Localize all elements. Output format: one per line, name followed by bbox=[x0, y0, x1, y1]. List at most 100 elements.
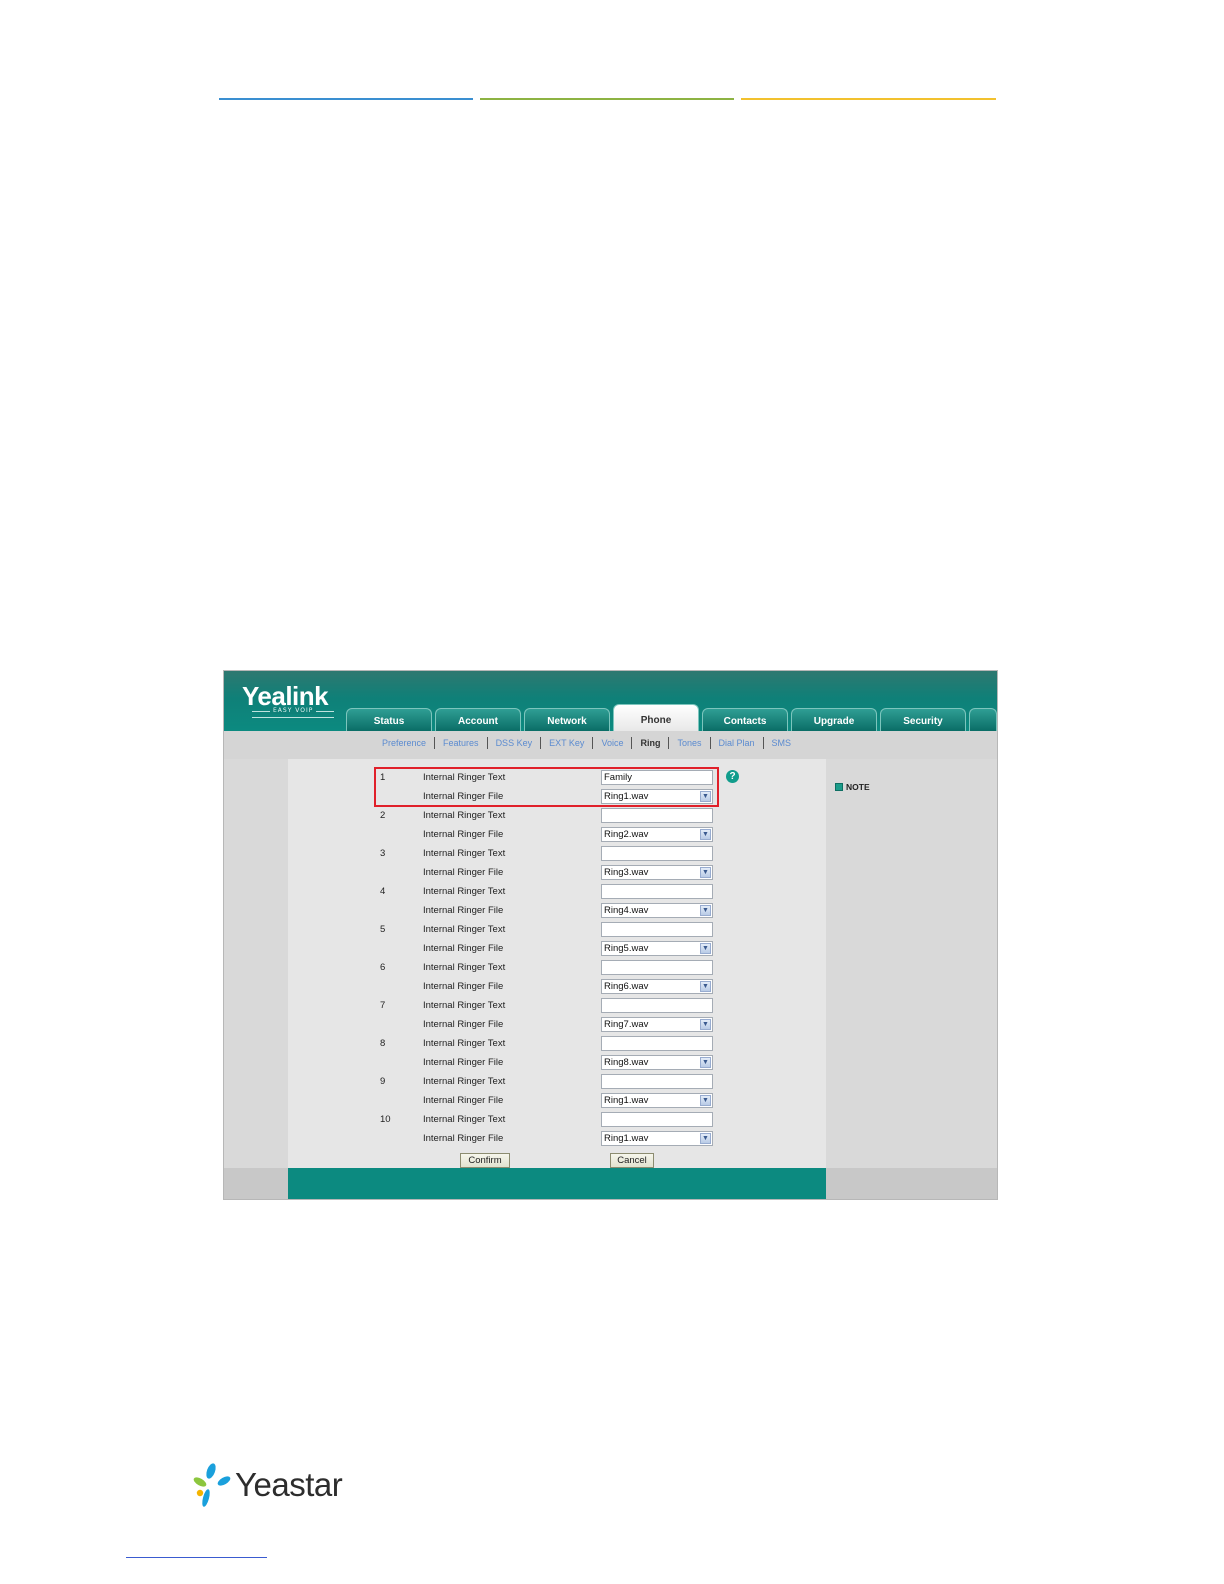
ringer-number: 4 bbox=[380, 886, 386, 897]
yeastar-flower-icon bbox=[193, 1463, 231, 1507]
ringer-text-input[interactable] bbox=[601, 922, 713, 937]
chevron-down-icon[interactable]: ▼ bbox=[700, 1019, 711, 1030]
ringer-file-select[interactable]: Ring1.wav ▼ bbox=[601, 1093, 713, 1108]
subnav-ring[interactable]: Ring bbox=[632, 737, 670, 749]
subnav-tones[interactable]: Tones bbox=[669, 737, 711, 749]
ringer-file-select[interactable]: Ring1.wav ▼ bbox=[601, 789, 713, 804]
chevron-down-icon[interactable]: ▼ bbox=[700, 791, 711, 802]
ringer-number: 7 bbox=[380, 1000, 386, 1011]
ringer-text-input[interactable] bbox=[601, 808, 713, 823]
chevron-down-icon[interactable]: ▼ bbox=[700, 1095, 711, 1106]
ringer-file-row: Internal Ringer File Ring2.wav ▼ bbox=[288, 826, 826, 845]
ringer-file-row: Internal Ringer File Ring6.wav ▼ bbox=[288, 978, 826, 997]
header-bar: Yealink EASY VOIP Status Account Network Ph… bbox=[224, 671, 997, 731]
ringer-file-value: Ring1.wav bbox=[604, 791, 649, 802]
tab-network[interactable]: Network bbox=[524, 708, 610, 731]
tab-contacts[interactable]: Contacts bbox=[702, 708, 788, 731]
ringer-file-value: Ring3.wav bbox=[604, 867, 649, 878]
ringer-number: 1 bbox=[380, 772, 386, 783]
ringer-file-row: Internal Ringer File Ring1.wav ▼ bbox=[288, 788, 826, 807]
subnav-preference[interactable]: Preference bbox=[374, 737, 436, 749]
tab-overflow bbox=[969, 708, 997, 731]
ringer-file-value: Ring2.wav bbox=[604, 829, 649, 840]
ringer-text-label: Internal Ringer Text bbox=[423, 924, 506, 935]
chevron-down-icon[interactable]: ▼ bbox=[700, 981, 711, 992]
ringer-text-input[interactable] bbox=[601, 960, 713, 975]
ringer-file-label: Internal Ringer File bbox=[423, 943, 504, 954]
ringer-text-input[interactable] bbox=[601, 1036, 713, 1051]
ringer-file-label: Internal Ringer File bbox=[423, 829, 504, 840]
yeastar-logo: Yeastar bbox=[193, 1462, 353, 1510]
ringer-text-input[interactable] bbox=[601, 846, 713, 861]
confirm-button[interactable]: Confirm bbox=[460, 1153, 510, 1168]
ringer-file-row: Internal Ringer File Ring3.wav ▼ bbox=[288, 864, 826, 883]
chevron-down-icon[interactable]: ▼ bbox=[700, 1057, 711, 1068]
ringer-text-input[interactable] bbox=[601, 1112, 713, 1127]
ringer-number: 6 bbox=[380, 962, 386, 973]
ringer-text-label: Internal Ringer Text bbox=[423, 848, 506, 859]
ringer-number: 10 bbox=[380, 1114, 391, 1125]
tab-account[interactable]: Account bbox=[435, 708, 521, 731]
subnav-dss-key[interactable]: DSS Key bbox=[488, 737, 542, 749]
tab-phone[interactable]: Phone bbox=[613, 704, 699, 731]
ringer-file-label: Internal Ringer File bbox=[423, 905, 504, 916]
tab-security[interactable]: Security bbox=[880, 708, 966, 731]
chevron-down-icon[interactable]: ▼ bbox=[700, 943, 711, 954]
ringer-file-label: Internal Ringer File bbox=[423, 1133, 504, 1144]
chevron-down-icon[interactable]: ▼ bbox=[700, 867, 711, 878]
ringer-file-row: Internal Ringer File Ring1.wav ▼ bbox=[288, 1092, 826, 1111]
ringer-text-row: 10 Internal Ringer Text bbox=[288, 1111, 826, 1130]
ringer-file-row: Internal Ringer File Ring1.wav ▼ bbox=[288, 1130, 826, 1149]
ringer-file-row: Internal Ringer File Ring5.wav ▼ bbox=[288, 940, 826, 959]
subnav-sms[interactable]: SMS bbox=[764, 737, 800, 749]
ringer-file-select[interactable]: Ring4.wav ▼ bbox=[601, 903, 713, 918]
footer-bar bbox=[288, 1168, 826, 1199]
chevron-down-icon[interactable]: ▼ bbox=[700, 905, 711, 916]
ringer-number: 2 bbox=[380, 810, 386, 821]
chevron-down-icon[interactable]: ▼ bbox=[700, 1133, 711, 1144]
subnav-ext-key[interactable]: EXT Key bbox=[541, 737, 594, 749]
ringer-file-label: Internal Ringer File bbox=[423, 1095, 504, 1106]
ringer-text-row: 1 Internal Ringer Text Family bbox=[288, 769, 826, 788]
subnav-voice[interactable]: Voice bbox=[593, 737, 633, 749]
ringer-file-select[interactable]: Ring7.wav ▼ bbox=[601, 1017, 713, 1032]
tab-status[interactable]: Status bbox=[346, 708, 432, 731]
ringer-text-label: Internal Ringer Text bbox=[423, 962, 506, 973]
chevron-down-icon[interactable]: ▼ bbox=[700, 829, 711, 840]
ringer-text-input[interactable] bbox=[601, 998, 713, 1013]
ringer-file-select[interactable]: Ring5.wav ▼ bbox=[601, 941, 713, 956]
note-heading[interactable]: NOTE bbox=[835, 782, 870, 792]
ringer-text-input[interactable] bbox=[601, 1074, 713, 1089]
ringer-text-input[interactable]: Family bbox=[601, 770, 713, 785]
subnav-features[interactable]: Features bbox=[435, 737, 488, 749]
subnav-dial-plan[interactable]: Dial Plan bbox=[711, 737, 764, 749]
ringer-file-row: Internal Ringer File Ring4.wav ▼ bbox=[288, 902, 826, 921]
yeastar-wordmark: Yeastar bbox=[235, 1466, 343, 1503]
ringer-file-select[interactable]: Ring3.wav ▼ bbox=[601, 865, 713, 880]
left-column bbox=[224, 759, 288, 1199]
ringer-number: 3 bbox=[380, 848, 386, 859]
subnav-items: Preference Features DSS Key EXT Key Voice Rin… bbox=[374, 737, 799, 749]
ringer-file-label: Internal Ringer File bbox=[423, 867, 504, 878]
cancel-button[interactable]: Cancel bbox=[610, 1153, 654, 1168]
sub-navigation: Preference Features DSS Key EXT Key Voice Rin… bbox=[224, 731, 997, 759]
ringer-file-select[interactable]: Ring8.wav ▼ bbox=[601, 1055, 713, 1070]
ringer-file-value: Ring4.wav bbox=[604, 905, 649, 916]
ringer-file-label: Internal Ringer File bbox=[423, 1057, 504, 1068]
ring-settings-panel: ? 1 Internal Ringer Text Family Internal Ri… bbox=[288, 759, 826, 1168]
footer-right bbox=[826, 1168, 997, 1199]
ringer-file-row: Internal Ringer File Ring7.wav ▼ bbox=[288, 1016, 826, 1035]
ringer-file-select[interactable]: Ring1.wav ▼ bbox=[601, 1131, 713, 1146]
top-divider-green bbox=[480, 98, 734, 100]
note-label: NOTE bbox=[846, 782, 870, 792]
top-divider-blue bbox=[219, 98, 473, 100]
ringer-file-select[interactable]: Ring2.wav ▼ bbox=[601, 827, 713, 842]
tab-upgrade[interactable]: Upgrade bbox=[791, 708, 877, 731]
ringer-text-label: Internal Ringer Text bbox=[423, 886, 506, 897]
note-toggle-icon bbox=[835, 783, 843, 791]
ringer-text-input[interactable] bbox=[601, 884, 713, 899]
ringer-number: 8 bbox=[380, 1038, 386, 1049]
main-tabs: Status Account Network Phone Contacts Upgrade… bbox=[346, 704, 997, 731]
ringer-file-select[interactable]: Ring6.wav ▼ bbox=[601, 979, 713, 994]
ringer-text-row: 8 Internal Ringer Text bbox=[288, 1035, 826, 1054]
